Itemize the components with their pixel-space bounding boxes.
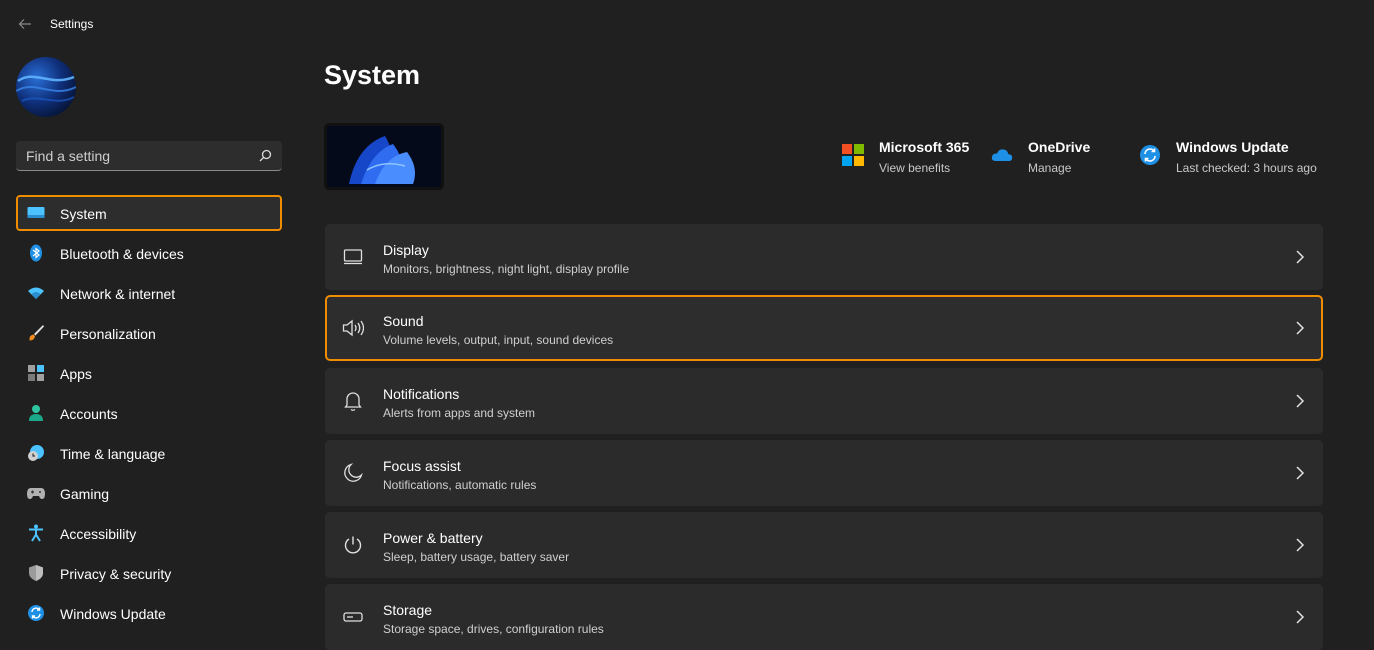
person-icon xyxy=(27,404,45,422)
sidebar-item-system[interactable]: System xyxy=(16,195,282,231)
sidebar-item-label: Privacy & security xyxy=(60,566,172,582)
quick-link-windows-update[interactable]: Windows Update Last checked: 3 hours ago xyxy=(1139,137,1339,177)
card-title: Storage xyxy=(383,602,433,618)
setting-card-sound[interactable]: Sound Volume levels, output, input, soun… xyxy=(325,295,1323,361)
power-icon xyxy=(342,534,364,556)
card-title: Focus assist xyxy=(383,458,461,474)
speaker-icon xyxy=(342,317,364,339)
sidebar-item-label: Network & internet xyxy=(60,286,176,302)
back-button[interactable] xyxy=(14,14,36,34)
card-title: Power & battery xyxy=(383,530,483,546)
sidebar-item-label: Accessibility xyxy=(60,526,137,542)
quick-link-subtitle[interactable]: View benefits xyxy=(879,161,950,175)
quick-link-subtitle[interactable]: Manage xyxy=(1028,161,1071,175)
monitor-icon xyxy=(27,204,45,222)
microsoft-logo-icon xyxy=(842,144,864,166)
sidebar-item-gaming[interactable]: Gaming xyxy=(16,475,282,511)
wifi-icon xyxy=(27,284,45,302)
quick-link-title: Microsoft 365 xyxy=(879,139,970,155)
device-wallpaper-thumbnail[interactable] xyxy=(324,123,444,190)
sidebar-item-accessibility[interactable]: Accessibility xyxy=(16,515,282,551)
chevron-right-icon xyxy=(1296,538,1305,552)
sidebar-item-privacy-security[interactable]: Privacy & security xyxy=(16,555,282,591)
search-input[interactable] xyxy=(26,141,246,171)
card-subtitle: Sleep, battery usage, battery saver xyxy=(383,550,570,564)
setting-card-notifications[interactable]: Notifications Alerts from apps and syste… xyxy=(325,368,1323,434)
update-icon xyxy=(27,604,45,622)
title-bar: Settings xyxy=(0,0,1374,48)
setting-card-focus-assist[interactable]: Focus assist Notifications, automatic ru… xyxy=(325,440,1323,506)
sidebar-item-label: Time & language xyxy=(60,446,166,462)
avatar-image xyxy=(16,75,76,102)
clock-globe-icon xyxy=(27,444,45,462)
card-title: Sound xyxy=(383,313,424,329)
chevron-right-icon xyxy=(1296,466,1305,480)
quick-link-subtitle: Last checked: 3 hours ago xyxy=(1176,161,1317,175)
apps-icon xyxy=(27,364,45,382)
setting-card-power-battery[interactable]: Power & battery Sleep, battery usage, ba… xyxy=(325,512,1323,578)
quick-link-title: Windows Update xyxy=(1176,139,1289,155)
display-icon xyxy=(342,246,364,268)
update-icon xyxy=(1140,145,1160,165)
setting-card-display[interactable]: Display Monitors, brightness, night ligh… xyxy=(325,224,1323,290)
sidebar-item-network-internet[interactable]: Network & internet xyxy=(16,275,282,311)
sidebar-item-label: Apps xyxy=(60,366,92,382)
search-icon[interactable] xyxy=(259,149,272,162)
avatar[interactable] xyxy=(16,57,76,117)
back-arrow-icon xyxy=(18,19,31,29)
card-title: Notifications xyxy=(383,386,460,402)
chevron-right-icon xyxy=(1296,394,1305,408)
card-subtitle: Monitors, brightness, night light, displ… xyxy=(383,262,630,276)
shield-icon xyxy=(27,564,45,582)
sidebar-item-personalization[interactable]: Personalization xyxy=(16,315,282,351)
gamepad-icon xyxy=(27,484,45,502)
card-subtitle: Storage space, drives, configuration rul… xyxy=(383,622,604,636)
moon-icon xyxy=(342,462,364,484)
bell-icon xyxy=(342,390,364,412)
sidebar-item-bluetooth-devices[interactable]: Bluetooth & devices xyxy=(16,235,282,271)
sidebar-item-label: System xyxy=(60,206,107,222)
setting-card-storage[interactable]: Storage Storage space, drives, configura… xyxy=(325,584,1323,650)
quick-link-title: OneDrive xyxy=(1028,139,1091,155)
sidebar-item-apps[interactable]: Apps xyxy=(16,355,282,391)
cloud-icon xyxy=(991,149,1013,161)
chevron-right-icon xyxy=(1296,321,1305,335)
search-box[interactable] xyxy=(16,141,282,171)
storage-icon xyxy=(342,606,364,628)
page-title: System xyxy=(324,60,421,90)
card-subtitle: Notifications, automatic rules xyxy=(383,478,537,492)
card-subtitle: Alerts from apps and system xyxy=(383,406,536,420)
app-title: Settings xyxy=(50,17,94,31)
card-subtitle: Volume levels, output, input, sound devi… xyxy=(383,333,614,347)
sidebar-item-label: Bluetooth & devices xyxy=(60,246,184,262)
sidebar-item-label: Personalization xyxy=(60,326,156,342)
sidebar-item-label: Windows Update xyxy=(60,606,166,622)
sidebar-item-time-language[interactable]: Time & language xyxy=(16,435,282,471)
bloom-wallpaper-image xyxy=(327,126,441,187)
accessibility-icon xyxy=(27,524,45,542)
sidebar-item-accounts[interactable]: Accounts xyxy=(16,395,282,431)
quick-link-microsoft-365[interactable]: Microsoft 365 View benefits xyxy=(842,137,982,177)
sidebar-item-label: Gaming xyxy=(60,486,110,502)
sidebar-nav: System Bluetooth & devices Network & int… xyxy=(16,195,282,635)
sidebar-item-label: Accounts xyxy=(60,406,118,422)
chevron-right-icon xyxy=(1296,250,1305,264)
card-title: Display xyxy=(383,242,429,258)
brush-icon xyxy=(27,324,45,342)
sidebar-item-windows-update[interactable]: Windows Update xyxy=(16,595,282,631)
bluetooth-icon xyxy=(27,244,45,262)
chevron-right-icon xyxy=(1296,610,1305,624)
quick-link-onedrive[interactable]: OneDrive Manage xyxy=(991,137,1121,177)
